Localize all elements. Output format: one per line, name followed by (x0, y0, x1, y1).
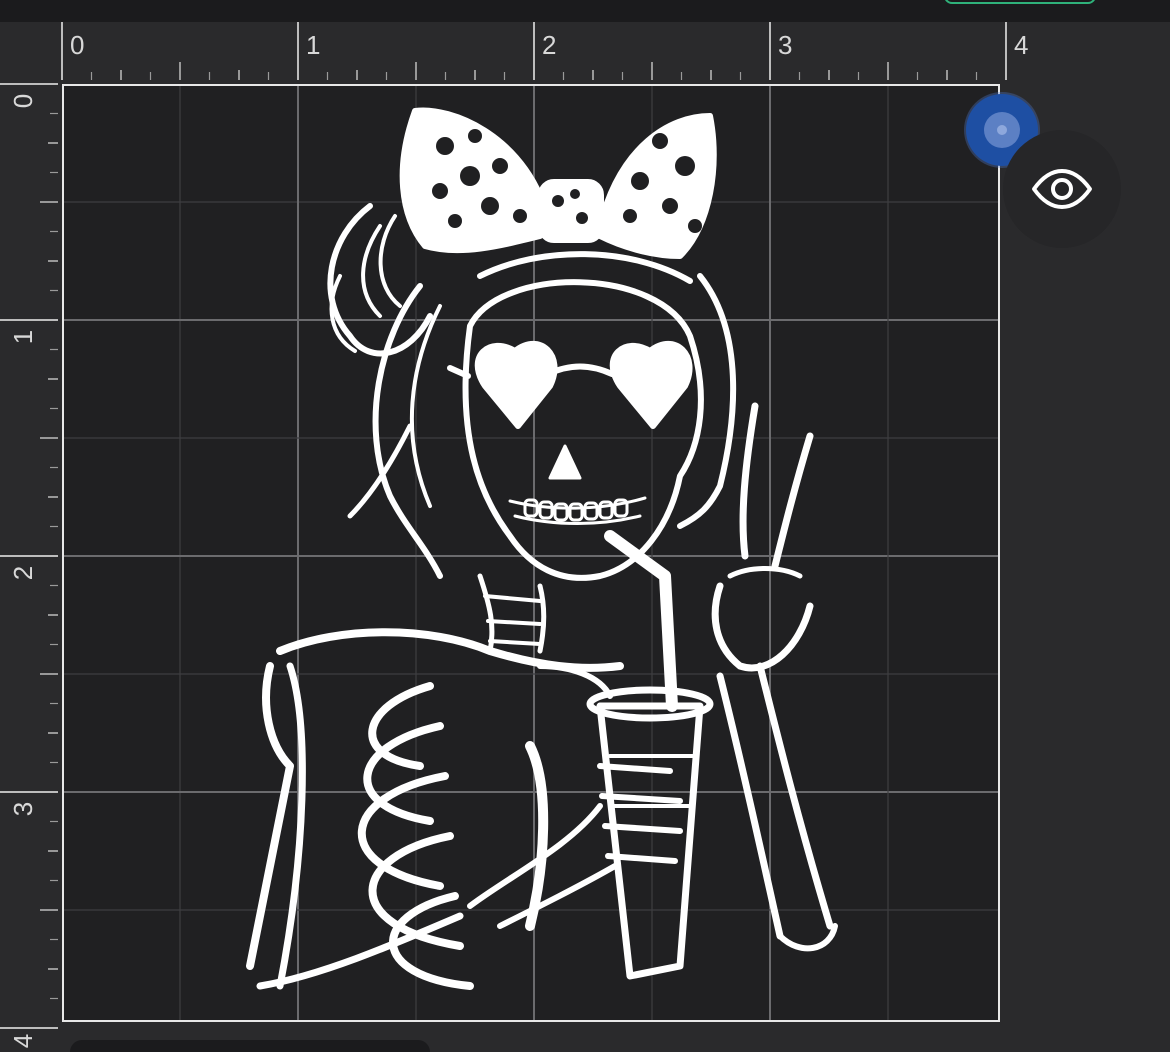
ruler-top-label-1: 1 (306, 30, 321, 60)
eye-icon (1032, 169, 1092, 209)
horizontal-ruler: 0 1 2 3 4 (58, 22, 1170, 80)
skeleton-design-image[interactable] (240, 106, 840, 1006)
ruler-left-label-2: 2 (8, 565, 39, 581)
horizontal-ruler-ticks (61, 22, 1007, 80)
canvas-area[interactable] (58, 80, 1170, 1052)
visibility-toggle-button[interactable] (1003, 130, 1121, 248)
ruler-top-label-4: 4 (1014, 30, 1029, 60)
top-action-pill[interactable] (944, 0, 1096, 4)
ruler-left-label-0: 0 (8, 93, 39, 109)
ruler-top-label-3: 3 (778, 30, 793, 60)
vertical-ruler: 0 1 2 3 4 (0, 80, 58, 1052)
ruler-top-label-2: 2 (542, 30, 557, 60)
ruler-left-label-1: 1 (8, 329, 39, 345)
ruler-left-label-4: 4 (8, 1033, 39, 1049)
ruler-corner (0, 22, 58, 80)
top-bar (0, 0, 1170, 22)
ruler-top-label-0: 0 (70, 30, 85, 60)
rotate-handle-icon (984, 112, 1020, 148)
bottom-toolbar-strip[interactable] (70, 1040, 430, 1052)
design-mat[interactable] (62, 84, 1000, 1022)
design-canvas-app: 0 1 2 3 4 0 1 2 3 4 (0, 0, 1170, 1052)
ruler-left-label-3: 3 (8, 801, 39, 817)
rotate-handle-dot (997, 125, 1007, 135)
